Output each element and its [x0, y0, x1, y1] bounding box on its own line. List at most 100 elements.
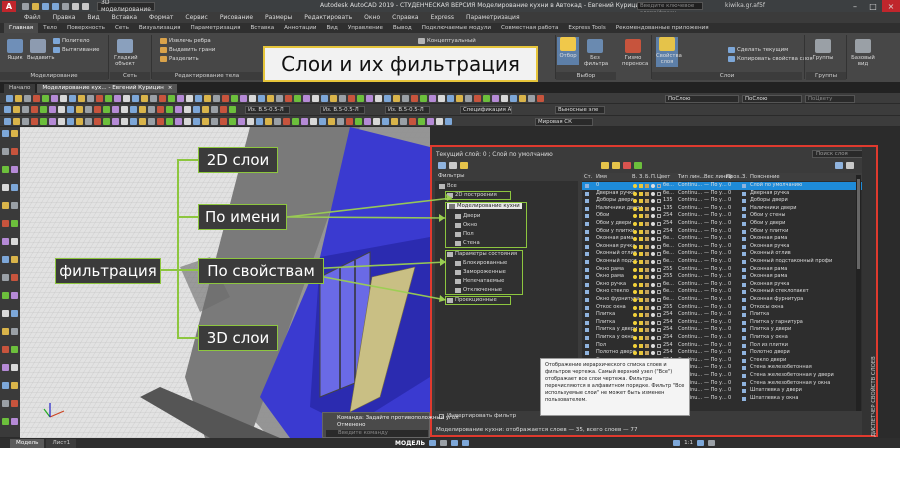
ribbon-tab[interactable]: Сеть	[110, 23, 134, 33]
command-input[interactable]: Введите команду	[326, 430, 428, 437]
freeze-icon[interactable]	[639, 206, 643, 211]
layout-tab[interactable]: Модель	[10, 438, 45, 448]
ribbon-tab[interactable]: Поверхность	[62, 23, 110, 33]
color-swatch-icon[interactable]	[657, 229, 661, 234]
toolbar-tool-icon[interactable]	[400, 118, 407, 125]
color-swatch-icon[interactable]	[657, 275, 661, 280]
draw-tool-icon[interactable]	[2, 130, 9, 137]
freeze-icon[interactable]	[639, 191, 643, 196]
toolbar-tool-icon[interactable]	[96, 95, 103, 102]
toolbar-tool-icon[interactable]	[42, 95, 49, 102]
color-swatch-icon[interactable]	[657, 351, 661, 356]
on-off-icon[interactable]	[633, 313, 637, 318]
color-swatch-icon[interactable]	[657, 282, 661, 287]
lock-icon[interactable]	[645, 320, 649, 325]
color-swatch-icon[interactable]	[657, 214, 661, 219]
plot-icon[interactable]	[651, 290, 655, 295]
toolbar-tool-icon[interactable]	[166, 106, 173, 113]
toolbar-tool-icon[interactable]	[294, 95, 301, 102]
toolbar-tool-icon[interactable]	[391, 118, 398, 125]
undo-icon[interactable]	[72, 2, 79, 10]
layer-row[interactable]: Доборы двери 135 Continu... — По у... 0 Добор…	[582, 197, 864, 205]
lock-icon[interactable]	[645, 252, 649, 257]
on-off-icon[interactable]	[633, 305, 637, 310]
toolbar-tool-icon[interactable]	[274, 118, 281, 125]
menu-item[interactable]: Окно	[358, 14, 386, 21]
draw-tool-icon[interactable]	[2, 292, 9, 299]
toolbar-tool-icon[interactable]	[339, 95, 346, 102]
freeze-icon[interactable]	[639, 275, 643, 280]
color-swatch-icon[interactable]	[657, 298, 661, 302]
save-as-icon[interactable]	[52, 2, 59, 10]
on-off-icon[interactable]	[633, 343, 637, 348]
draw-tool-icon[interactable]	[2, 220, 9, 227]
column-header[interactable]: Цвет	[657, 174, 670, 180]
draw-tool-icon[interactable]	[11, 274, 18, 281]
draw-tool-icon[interactable]	[11, 130, 18, 137]
layer-row[interactable]: Оконный подст. бе... Continu... — По у... 0 О…	[582, 258, 864, 266]
draw-tool-icon[interactable]	[2, 328, 9, 335]
toolbar-tool-icon[interactable]	[175, 106, 182, 113]
toolbar-tool-icon[interactable]	[204, 95, 211, 102]
plot-icon[interactable]	[651, 214, 655, 219]
toolbar-tool-icon[interactable]	[103, 118, 110, 125]
freeze-icon[interactable]	[639, 290, 643, 295]
freeze-icon[interactable]	[639, 244, 643, 249]
osnap-icon[interactable]	[673, 440, 681, 446]
ribbon-tab[interactable]: Вывод	[388, 23, 417, 33]
smooth-object-button[interactable]: Гладкий объект	[114, 39, 138, 67]
toolbar-tool-icon[interactable]	[382, 118, 389, 125]
toolbar-tool-icon[interactable]	[132, 95, 139, 102]
ribbon-tab[interactable]: Вид	[321, 23, 342, 33]
toolbar-tool-icon[interactable]	[139, 118, 146, 125]
toolbar-tool-icon[interactable]	[510, 95, 517, 102]
color-swatch-icon[interactable]	[657, 328, 661, 333]
toolbar-tool-icon[interactable]	[31, 106, 38, 113]
toolbar-tool-icon[interactable]	[94, 118, 101, 125]
plot-icon[interactable]	[62, 2, 69, 10]
toolbar-tool-icon[interactable]	[393, 95, 400, 102]
toolbar-tool-icon[interactable]	[312, 95, 319, 102]
draw-tool-icon[interactable]	[11, 256, 18, 263]
toolbar-tool-icon[interactable]	[166, 118, 173, 125]
draw-tool-icon[interactable]	[2, 184, 9, 191]
toolbar-tool-icon[interactable]	[85, 106, 92, 113]
draw-tool-icon[interactable]	[11, 364, 18, 371]
lock-icon[interactable]	[645, 343, 649, 348]
polysolid-button[interactable]: Политело	[53, 38, 90, 44]
toolbar-tool-icon[interactable]	[418, 118, 425, 125]
toolbar-tool-icon[interactable]	[283, 118, 290, 125]
layer-states-icon[interactable]	[460, 162, 468, 169]
filter-all[interactable]: Все	[439, 183, 457, 189]
color-swatch-icon[interactable]	[657, 237, 661, 242]
no-filter-button[interactable]: Без фильтра	[584, 39, 608, 67]
ucs-select[interactable]: Мировая СК	[535, 118, 593, 126]
toolbar-tool-icon[interactable]	[292, 118, 299, 125]
toolbar-tool-icon[interactable]	[4, 106, 11, 113]
toolbar-tool-icon[interactable]	[222, 95, 229, 102]
toolbar-tool-icon[interactable]	[33, 95, 40, 102]
toolbar-tool-icon[interactable]	[483, 95, 490, 102]
new-group-filter-icon[interactable]	[449, 162, 457, 169]
plot-icon[interactable]	[651, 260, 655, 264]
freeze-icon[interactable]	[639, 229, 643, 234]
color-swatch-icon[interactable]	[657, 191, 661, 196]
toolbar-tool-icon[interactable]	[58, 106, 65, 113]
workspace-select[interactable]: 3D моделирование	[97, 0, 155, 13]
draw-tool-icon[interactable]	[11, 184, 18, 191]
lock-icon[interactable]	[645, 191, 649, 196]
toolbar-tool-icon[interactable]	[168, 95, 175, 102]
layer-row[interactable]: Окно рама 255 Continu... — По у... 0 Оконная …	[582, 266, 864, 274]
extract-edges-button[interactable]: Извлечь ребра	[160, 38, 211, 44]
toolbar-tool-icon[interactable]	[285, 95, 292, 102]
toolbar-tool-icon[interactable]	[139, 106, 146, 113]
toolbar-tool-icon[interactable]	[474, 95, 481, 102]
freeze-icon[interactable]	[639, 184, 643, 188]
toolbar-tool-icon[interactable]	[220, 106, 227, 113]
base-view-button[interactable]: Базовый вид	[848, 39, 878, 67]
column-header[interactable]: Пояснение	[750, 174, 780, 180]
toolbar-tool-icon[interactable]	[321, 95, 328, 102]
toolbar-tool-icon[interactable]	[85, 118, 92, 125]
toolbar-tool-icon[interactable]	[355, 118, 362, 125]
save-icon[interactable]	[42, 2, 49, 10]
